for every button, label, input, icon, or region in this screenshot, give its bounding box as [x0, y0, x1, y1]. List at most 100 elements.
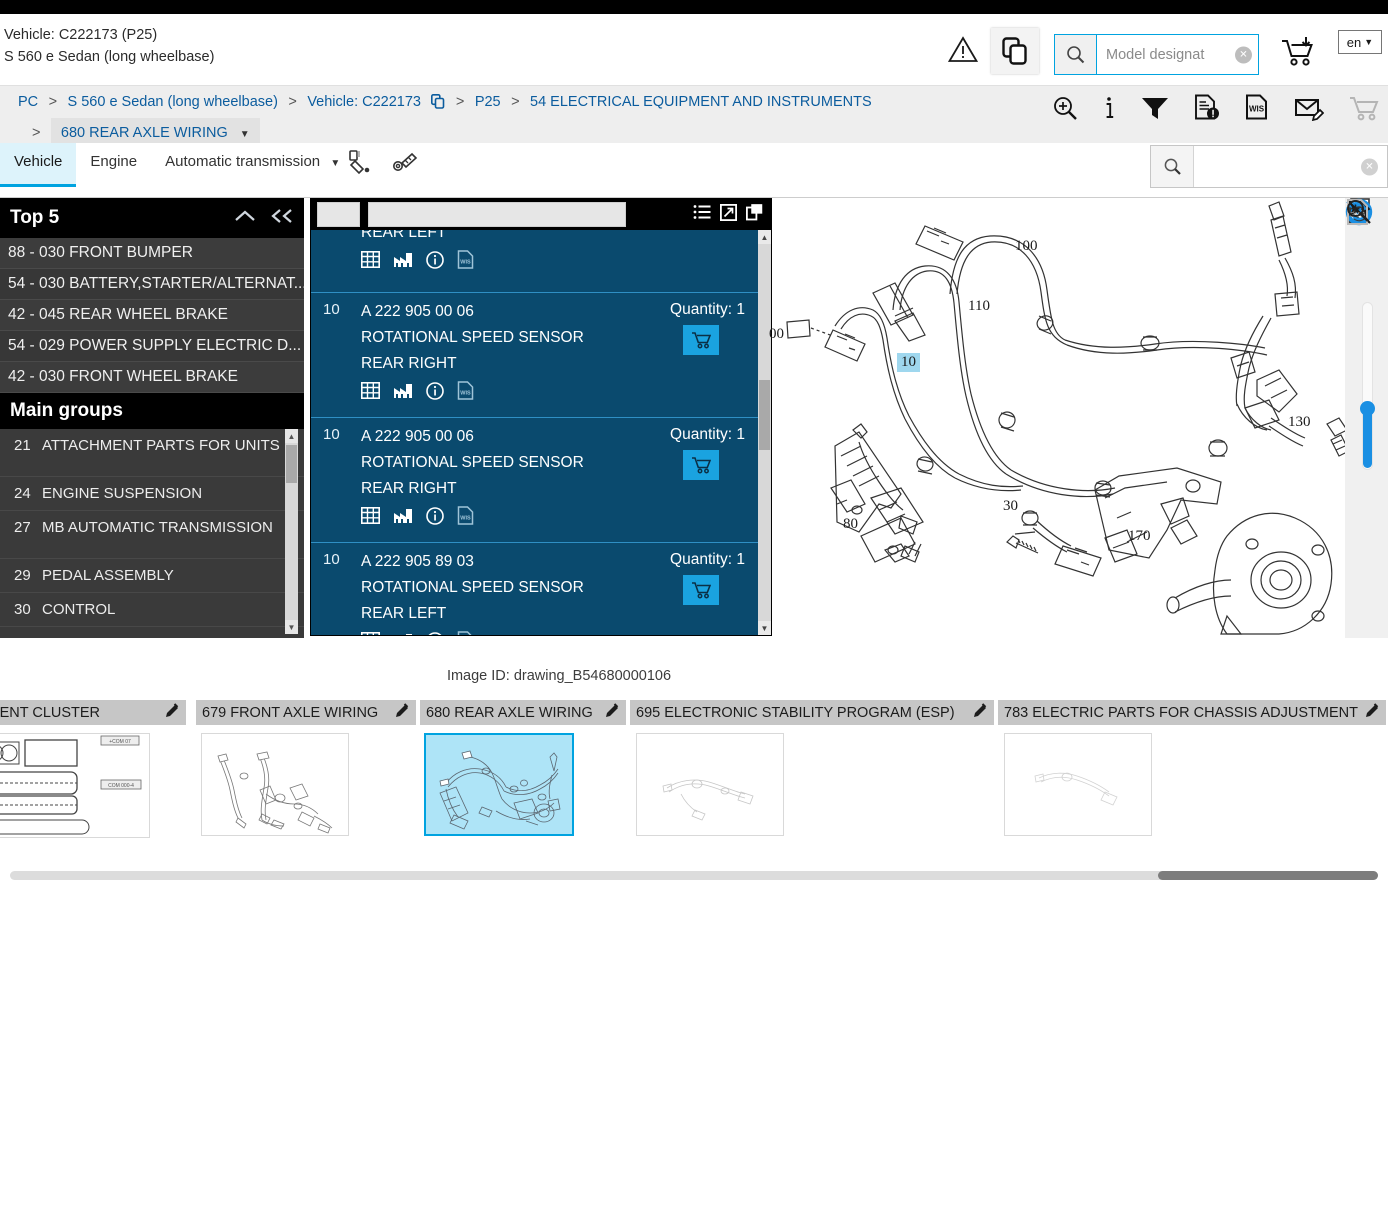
- zoom-slider[interactable]: [1359, 302, 1375, 470]
- sidebar-item-top5-0[interactable]: 88 - 030 FRONT BUMPER: [0, 238, 304, 269]
- list-view-icon[interactable]: [693, 204, 711, 225]
- copy-icon[interactable]: [431, 92, 445, 118]
- sidebar-item-group-30[interactable]: 30 CONTROL: [0, 593, 304, 627]
- search-icon[interactable]: [1055, 35, 1097, 74]
- parts-filter-input[interactable]: [317, 202, 360, 227]
- add-to-cart-icon[interactable]: [683, 325, 719, 355]
- scrollbar-thumb[interactable]: [1158, 871, 1378, 880]
- drawing-callout[interactable]: 170: [1128, 528, 1151, 545]
- assembly-search[interactable]: ✕: [1150, 145, 1388, 188]
- table-icon[interactable]: [361, 251, 380, 273]
- technical-drawing[interactable]: [775, 198, 1345, 638]
- filter-icon[interactable]: [1140, 95, 1170, 126]
- table-icon[interactable]: [361, 507, 380, 529]
- thumbnail-label-wrap[interactable]: 695 ELECTRONIC STABILITY PROGRAM (ESP): [630, 700, 996, 725]
- factory-icon[interactable]: [393, 251, 413, 273]
- drawing-callout[interactable]: 00: [769, 326, 784, 343]
- thumbnail-image[interactable]: +COM 07 COM 000-4: [0, 733, 150, 838]
- mail-edit-icon[interactable]: [1294, 95, 1325, 126]
- clear-icon[interactable]: ✕: [1235, 46, 1252, 63]
- sidebar-item-top5-1[interactable]: 54 - 030 BATTERY,STARTER/ALTERNAT...: [0, 269, 304, 300]
- sidebar-item-group-21[interactable]: 21 ATTACHMENT PARTS FOR UNITS: [0, 429, 304, 477]
- search-icon[interactable]: [1151, 146, 1194, 187]
- parts-list-item[interactable]: 10 A 222 905 00 06 ROTATIONAL SPEED SENS…: [311, 293, 771, 418]
- thumbnail-image[interactable]: [636, 733, 784, 836]
- sidebar-item-top5-2[interactable]: 42 - 045 REAR WHEEL BRAKE: [0, 300, 304, 331]
- info-circle-icon[interactable]: [426, 381, 444, 405]
- copy-icon[interactable]: [745, 203, 763, 226]
- factory-icon[interactable]: [393, 507, 413, 529]
- thumbnail-strip-scrollbar[interactable]: [0, 868, 1388, 882]
- breadcrumb-item-pc[interactable]: PC: [18, 94, 38, 110]
- scroll-down-arrow-icon[interactable]: ▼: [758, 621, 771, 635]
- zoom-in-icon[interactable]: [1052, 95, 1078, 126]
- drawing-callout[interactable]: 30: [1003, 498, 1018, 515]
- clear-icon[interactable]: ✕: [1361, 158, 1378, 175]
- scrollbar-thumb[interactable]: [759, 380, 770, 450]
- parts-list-scrollbar[interactable]: ▲ ▼: [758, 230, 771, 635]
- scroll-up-arrow-icon[interactable]: ▲: [285, 429, 298, 443]
- tab-vehicle[interactable]: Vehicle: [0, 143, 77, 187]
- scrollbar-thumb[interactable]: [286, 445, 297, 483]
- sidebar-item-group-27[interactable]: 27 MB AUTOMATIC TRANSMISSION: [0, 511, 304, 559]
- edit-icon[interactable]: [599, 703, 620, 722]
- thumbnail-item-selected[interactable]: 680 REAR AXLE WIRING: [420, 700, 628, 862]
- table-icon[interactable]: [361, 632, 380, 635]
- drawing-callout[interactable]: 80: [843, 516, 858, 533]
- tab-automatic-transmission[interactable]: Automatic transmission ▼: [151, 143, 354, 187]
- drawing-callout[interactable]: 100: [1015, 238, 1038, 255]
- zoom-slider-knob[interactable]: [1359, 401, 1375, 416]
- info-circle-icon[interactable]: [426, 506, 444, 530]
- breadcrumb-item-vehicle[interactable]: Vehicle: C222173: [307, 94, 421, 110]
- info-circle-icon[interactable]: [426, 631, 444, 635]
- breadcrumb-item-group[interactable]: 54 ELECTRICAL EQUIPMENT AND INSTRUMENTS: [530, 94, 872, 110]
- thumbnail-image[interactable]: [424, 733, 574, 836]
- cart-icon[interactable]: [1348, 95, 1380, 126]
- thumbnail-image[interactable]: [1004, 733, 1152, 836]
- thumbnail-item[interactable]: 695 ELECTRONIC STABILITY PROGRAM (ESP): [630, 700, 996, 862]
- table-icon[interactable]: [361, 382, 380, 404]
- breadcrumb-item-model[interactable]: S 560 e Sedan (long wheelbase): [68, 94, 278, 110]
- drawing-viewer[interactable]: 100 110 00 10 130 30 80 170 SVG: [769, 198, 1388, 638]
- language-select[interactable]: en ▼: [1338, 30, 1382, 54]
- thumbnail-item[interactable]: 783 ELECTRIC PARTS FOR CHASSIS ADJUSTMEN…: [998, 700, 1388, 862]
- sidebar-scrollbar[interactable]: ▲ ▼: [285, 429, 298, 634]
- expand-icon[interactable]: [719, 203, 737, 226]
- upholstery-code-icon[interactable]: [391, 149, 419, 182]
- thumbnail-item[interactable]: 679 FRONT AXLE WIRING: [196, 700, 418, 862]
- thumbnail-label-wrap[interactable]: 680 REAR AXLE WIRING: [420, 700, 628, 725]
- drawing-callout[interactable]: 130: [1288, 414, 1311, 431]
- thumbnail-label-wrap[interactable]: ISTRUMENT CLUSTER: [0, 700, 188, 725]
- info-circle-icon[interactable]: [426, 250, 444, 274]
- copy-icon[interactable]: [991, 28, 1039, 74]
- info-icon[interactable]: [1102, 95, 1116, 126]
- thumbnail-image[interactable]: [201, 733, 349, 836]
- assembly-search-input[interactable]: ✕: [1194, 146, 1387, 187]
- add-to-cart-icon[interactable]: [683, 575, 719, 605]
- factory-icon[interactable]: [393, 382, 413, 404]
- paint-code-icon[interactable]: [345, 149, 373, 182]
- edit-icon[interactable]: [159, 703, 180, 722]
- double-chevron-left-icon[interactable]: [270, 208, 294, 229]
- sidebar-item-top5-3[interactable]: 54 - 029 POWER SUPPLY ELECTRIC D...: [0, 331, 304, 362]
- parts-search-input[interactable]: [368, 202, 626, 227]
- sidebar-item-group-29[interactable]: 29 PEDAL ASSEMBLY: [0, 559, 304, 593]
- add-to-cart-icon[interactable]: [1280, 36, 1316, 73]
- wis-document-icon[interactable]: WIS: [457, 250, 474, 274]
- edit-icon[interactable]: [389, 703, 410, 722]
- wis-document-icon[interactable]: WIS: [1244, 94, 1270, 126]
- warning-triangle-icon[interactable]: [947, 36, 979, 68]
- parts-list-item[interactable]: 10 A 222 905 00 06 ROTATIONAL SPEED SENS…: [311, 418, 771, 543]
- thumbnail-label-wrap[interactable]: 783 ELECTRIC PARTS FOR CHASSIS ADJUSTMEN…: [998, 700, 1388, 725]
- wis-document-icon[interactable]: WIS: [457, 631, 474, 635]
- breadcrumb-item-p25[interactable]: P25: [475, 94, 501, 110]
- sidebar-item-top5-4[interactable]: 42 - 030 FRONT WHEEL BRAKE: [0, 362, 304, 393]
- document-alert-icon[interactable]: [1194, 94, 1220, 126]
- wis-document-icon[interactable]: WIS: [457, 381, 474, 405]
- tab-engine[interactable]: Engine: [76, 143, 151, 187]
- model-search-field[interactable]: Model designat ✕: [1097, 35, 1258, 74]
- scroll-up-arrow-icon[interactable]: ▲: [758, 230, 771, 244]
- model-search[interactable]: Model designat ✕: [1054, 34, 1259, 75]
- thumbnail-label-wrap[interactable]: 679 FRONT AXLE WIRING: [196, 700, 418, 725]
- thumbnail-item[interactable]: ISTRUMENT CLUSTER +COM 07 COM 000-4: [0, 700, 188, 862]
